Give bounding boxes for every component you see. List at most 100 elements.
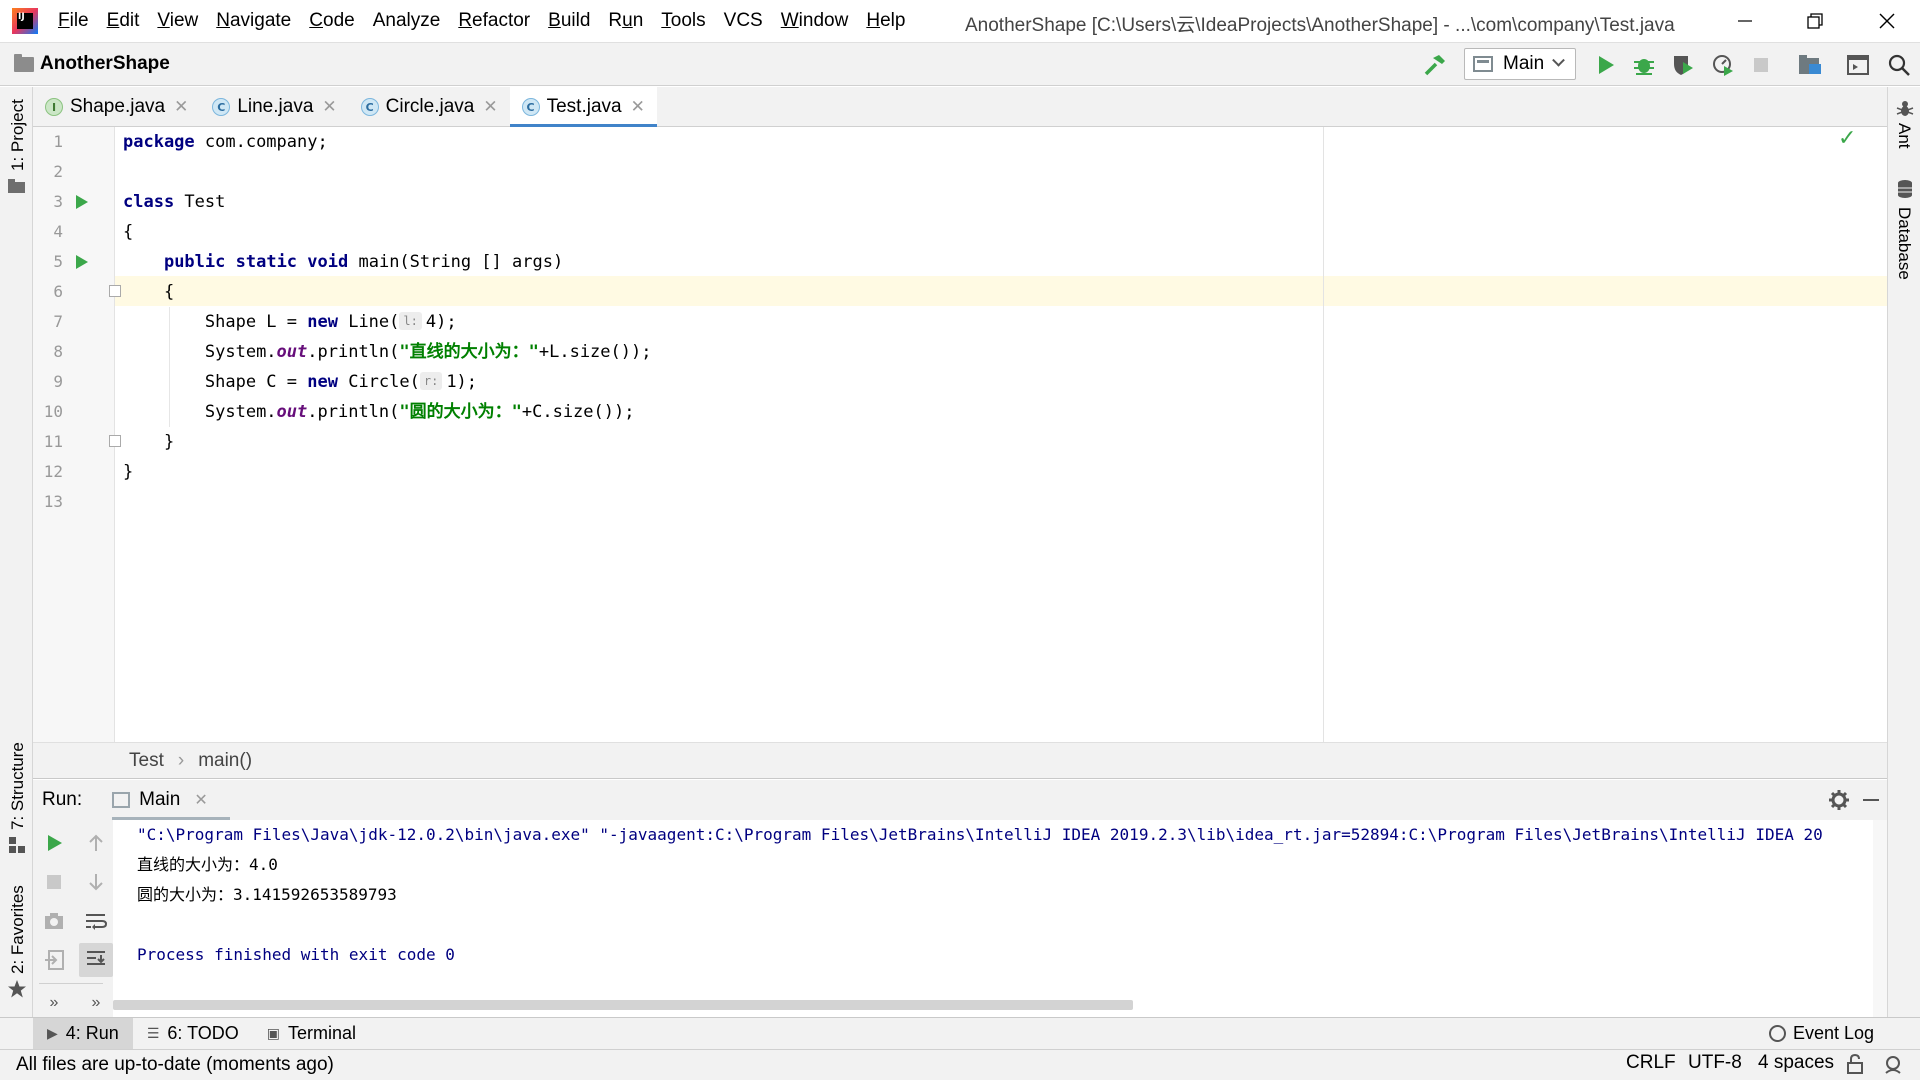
arrow-down-icon: [89, 874, 103, 891]
rerun-icon: [48, 835, 62, 851]
bug-icon: [1634, 59, 1654, 75]
console-output-line: 圆的大小为：3.141592653589793: [137, 885, 397, 904]
run-with-coverage-button[interactable]: [1670, 52, 1696, 78]
menu-help[interactable]: Help: [866, 10, 905, 32]
run-tab-main[interactable]: Main ✕: [112, 780, 230, 820]
current-line-highlight: [33, 276, 1887, 306]
project-breadcrumb[interactable]: AnotherShape: [14, 53, 170, 75]
code-editor[interactable]: 1 2 3 4 5 6 7 8 9 10 11 12 13 package co…: [33, 127, 1887, 742]
terminal-toolbar-button[interactable]: [1845, 52, 1871, 78]
project-structure-icon: [1799, 55, 1821, 74]
scroll-up-button[interactable]: [83, 830, 109, 856]
run-configuration-label: Main: [1503, 53, 1545, 74]
more-actions-icon[interactable]: »: [41, 990, 67, 1016]
tab-circle-java[interactable]: C Circle.java ✕: [349, 87, 510, 127]
breadcrumb-method[interactable]: main(): [198, 750, 252, 772]
gear-icon[interactable]: [1829, 790, 1849, 810]
minimize-button[interactable]: [1718, 0, 1772, 42]
line-separator-widget[interactable]: CRLF: [1626, 1052, 1676, 1074]
debug-button[interactable]: [1631, 52, 1657, 78]
play-icon: [1599, 56, 1614, 74]
run-console[interactable]: "C:\Program Files\Java\jdk-12.0.2\bin\ja…: [113, 820, 1873, 1017]
toolbar-divider: [39, 983, 103, 984]
status-message[interactable]: All files are up-to-date (moments ago): [16, 1054, 334, 1076]
database-tool-tab[interactable]: Database: [1894, 207, 1914, 280]
window-title: AnotherShape [C:\Users\云\IdeaProjects\An…: [965, 15, 1675, 36]
scroll-down-button[interactable]: [83, 869, 109, 895]
project-structure-button[interactable]: [1797, 52, 1823, 78]
menu-file[interactable]: File: [58, 10, 89, 32]
fold-icon[interactable]: [109, 285, 121, 297]
close-tab-icon[interactable]: ✕: [631, 97, 645, 117]
close-tab-icon[interactable]: ✕: [174, 97, 188, 117]
menu-tools[interactable]: Tools: [661, 10, 705, 32]
run-gutter-icon[interactable]: [76, 255, 88, 269]
menu-build[interactable]: Build: [548, 10, 590, 32]
favorites-tool-tab[interactable]: 2: Favorites: [8, 885, 28, 974]
soft-wrap-button[interactable]: [83, 908, 109, 934]
menu-window[interactable]: Window: [781, 10, 849, 32]
menu-view[interactable]: View: [157, 10, 198, 32]
close-window-button[interactable]: [1860, 0, 1914, 42]
structure-tool-tab[interactable]: 7: Structure: [8, 742, 28, 830]
arrow-up-icon: [89, 834, 103, 851]
menu-refactor[interactable]: Refactor: [458, 10, 530, 32]
menu-navigate[interactable]: Navigate: [216, 10, 291, 32]
console-icon: [1847, 55, 1869, 75]
console-vertical-scrollbar[interactable]: [1873, 820, 1887, 1017]
run-configuration-dropdown[interactable]: Main: [1464, 48, 1576, 80]
tab-run[interactable]: ▶ 4: Run: [33, 1017, 133, 1050]
project-tool-tab[interactable]: 1: Project: [8, 99, 28, 171]
encoding-widget[interactable]: UTF-8: [1688, 1052, 1742, 1074]
tab-terminal[interactable]: ▣ Terminal: [253, 1018, 370, 1050]
lock-icon[interactable]: [1846, 1054, 1864, 1074]
line-number: 4: [53, 222, 63, 241]
search-everywhere-button[interactable]: [1886, 52, 1912, 78]
menu-run[interactable]: Run: [608, 10, 643, 32]
close-tab-icon[interactable]: ✕: [194, 790, 207, 810]
intellij-logo-icon: IJ: [12, 8, 38, 34]
console-horizontal-scrollbar[interactable]: [113, 1000, 1133, 1010]
menu-vcs[interactable]: VCS: [724, 10, 763, 32]
code-line: Shape L = new Line(l: 4);: [204, 312, 457, 332]
inspector-icon[interactable]: [1882, 1054, 1904, 1074]
rerun-button[interactable]: [41, 830, 67, 856]
tab-shape-java[interactable]: I Shape.java ✕: [33, 87, 200, 127]
run-gutter-icon[interactable]: [76, 195, 88, 209]
code-line: System.out.println("直线的大小为："+L.size());: [204, 342, 652, 362]
tab-test-java[interactable]: C Test.java ✕: [509, 87, 658, 128]
menu-edit[interactable]: Edit: [107, 10, 140, 32]
dump-threads-button[interactable]: [41, 908, 67, 934]
run-button[interactable]: [1593, 52, 1619, 78]
line-number: 5: [53, 252, 63, 271]
more-actions-icon[interactable]: »: [83, 990, 109, 1016]
menu-code[interactable]: Code: [309, 10, 354, 32]
stop-run-button[interactable]: [41, 869, 67, 895]
breadcrumb-class[interactable]: Test: [129, 750, 164, 772]
close-tab-icon[interactable]: ✕: [322, 97, 336, 117]
ant-tool-tab[interactable]: Ant: [1894, 123, 1914, 149]
scroll-to-end-button[interactable]: [79, 943, 113, 977]
stop-button[interactable]: [1748, 52, 1774, 78]
indent-widget[interactable]: 4 spaces: [1758, 1052, 1834, 1074]
editor-gutter[interactable]: 1 2 3 4 5 6 7 8 9 10 11 12 13: [33, 127, 121, 742]
tab-todo[interactable]: ☰ 6: TODO: [133, 1018, 253, 1050]
profile-button[interactable]: [1710, 52, 1736, 78]
fold-icon[interactable]: [109, 435, 121, 447]
event-log-tab[interactable]: Event Log: [1768, 1017, 1874, 1049]
tab-line-java[interactable]: C Line.java ✕: [200, 87, 348, 127]
close-tab-icon[interactable]: ✕: [483, 97, 497, 117]
chevron-down-icon: [1552, 53, 1566, 67]
tab-label: Test.java: [546, 96, 622, 117]
menu-bar: IJ File Edit View Navigate Code Analyze …: [0, 0, 1920, 42]
tab-label: 6: TODO: [167, 1023, 239, 1043]
line-number: 7: [53, 312, 63, 331]
restore-layout-button[interactable]: [41, 947, 67, 973]
menu-analyze[interactable]: Analyze: [373, 10, 441, 32]
bottom-tool-tabs: ▶ 4: Run ☰ 6: TODO ▣ Terminal: [0, 1017, 1920, 1050]
restore-button[interactable]: [1788, 0, 1842, 42]
build-button[interactable]: [1422, 52, 1448, 78]
run-panel-title: Run:: [42, 789, 83, 810]
no-problems-check-icon: ✓: [1838, 125, 1857, 150]
hide-panel-icon[interactable]: [1862, 794, 1880, 806]
